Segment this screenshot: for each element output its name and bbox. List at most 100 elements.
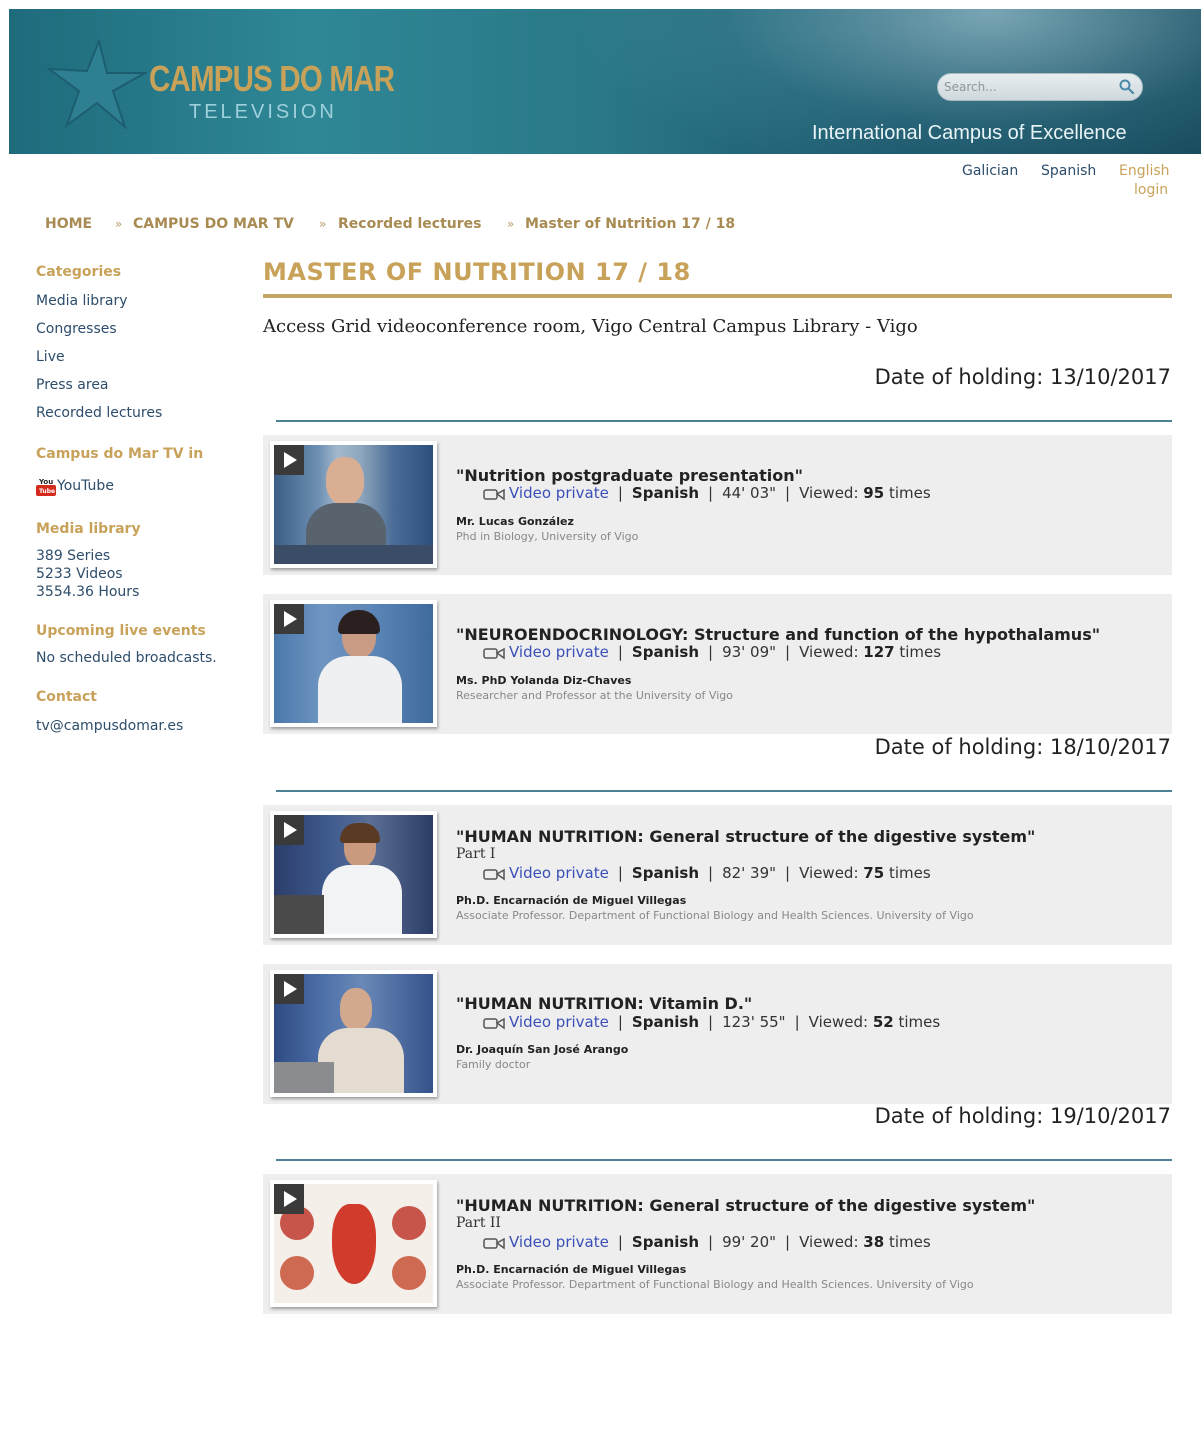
lecture-title[interactable]: "HUMAN NUTRITION: General structure of t… [456,1196,1035,1215]
sidebar-item-live[interactable]: Live [36,349,65,365]
svg-text:You: You [38,478,53,486]
sidebar-upcoming-heading: Upcoming live events [36,623,206,639]
media-stat-videos: 5233 Videos [36,566,123,582]
page-title: MASTER OF NUTRITION 17 / 18 [263,258,691,286]
lecture-meta: Video private | Spanish | 44' 03" | Viewed: 95… [483,484,931,502]
lecture-author: Dr. Joaquín San José Arango [456,1043,629,1056]
lecture-thumbnail[interactable] [270,441,437,568]
meta-separator: | [708,1233,714,1251]
video-private-link[interactable]: Video private [509,864,609,882]
date-divider [276,1159,1172,1161]
lecture-thumbnail[interactable] [270,811,437,938]
lecture-meta: Video private | Spanish | 99' 20" | Viewed: 38… [483,1233,931,1251]
meta-separator: | [617,1013,623,1031]
date-divider [276,420,1172,422]
play-icon[interactable] [274,815,304,845]
video-camera-icon [483,647,505,659]
lecture-views: 52 [872,1013,894,1031]
times-label: times [888,484,931,502]
youtube-link[interactable]: YouTube [57,478,114,494]
play-icon[interactable] [274,974,304,1004]
sidebar-item-media-library[interactable]: Media library [36,293,128,309]
sidebar-categories-heading: Categories [36,264,122,280]
search-input[interactable] [944,78,1114,96]
meta-separator: | [785,643,791,661]
meta-separator: | [708,484,714,502]
lecture-language: Spanish [631,484,699,502]
lecture-duration: 44' 03" [722,484,777,502]
sidebar-tv-in-heading: Campus do Mar TV in [36,446,204,462]
date-divider [276,790,1172,792]
date-label: Date of holding: [874,735,1044,759]
lecture-views: 38 [863,1233,885,1251]
lecture-card[interactable]: "HUMAN NUTRITION: General structure of t… [263,805,1172,945]
lecture-part: Part I [456,846,496,862]
breadcrumb-separator: » [507,217,515,231]
sidebar-item-recorded-lectures[interactable]: Recorded lectures [36,405,162,421]
play-icon[interactable] [274,604,304,634]
lecture-author-role: Associate Professor. Department of Funct… [456,909,974,922]
starfish-logo-icon[interactable] [47,39,147,129]
play-icon[interactable] [274,1184,304,1214]
meta-separator: | [617,643,623,661]
breadcrumb-campus-tv[interactable]: CAMPUS DO MAR TV [133,216,294,232]
lang-english-link[interactable]: English [1119,163,1170,179]
lecture-title[interactable]: "HUMAN NUTRITION: General structure of t… [456,827,1035,846]
lecture-title[interactable]: "NEUROENDOCRINOLOGY: Structure and funct… [456,625,1100,644]
lecture-title[interactable]: "Nutrition postgraduate presentation" [456,466,803,485]
lecture-meta: Video private | Spanish | 123' 55" | Viewed: 5… [483,1013,940,1031]
media-stat-series: 389 Series [36,548,111,564]
breadcrumb-separator: » [115,217,123,231]
date-value: 13/10/2017 [1049,365,1171,389]
youtube-icon[interactable]: You Tube [36,478,56,496]
date-value: 18/10/2017 [1049,735,1171,759]
lecture-card[interactable]: "HUMAN NUTRITION: General structure of t… [263,1174,1172,1314]
times-label: times [899,643,942,661]
lecture-card[interactable]: "NEUROENDOCRINOLOGY: Structure and funct… [263,594,1172,734]
lang-galician-link[interactable]: Galician [962,163,1018,179]
lecture-thumbnail[interactable] [270,970,437,1097]
contact-email-link[interactable]: tv@campusdomar.es [36,718,183,734]
lecture-author-role: Researcher and Professor at the Universi… [456,689,733,702]
logo-subtitle[interactable]: TELEVISION [189,102,337,122]
lecture-thumbnail[interactable] [270,600,437,727]
title-divider [263,294,1172,298]
video-private-link[interactable]: Video private [509,1233,609,1251]
svg-text:Tube: Tube [39,488,55,495]
breadcrumb-home[interactable]: HOME [45,216,92,232]
meta-separator: | [785,1233,791,1251]
search-box[interactable] [937,73,1143,101]
search-icon[interactable] [1118,78,1136,96]
date-heading: Date of holding: 19/10/2017 [875,1104,1171,1128]
video-camera-icon [483,1017,505,1029]
sidebar-item-congresses[interactable]: Congresses [36,321,117,337]
lecture-card[interactable]: "HUMAN NUTRITION: Vitamin D." Video priv… [263,964,1172,1104]
media-stat-hours: 3554.36 Hours [36,584,140,600]
video-private-link[interactable]: Video private [509,484,609,502]
play-icon[interactable] [274,445,304,475]
breadcrumb-recorded-lectures[interactable]: Recorded lectures [338,216,482,232]
meta-separator: | [785,484,791,502]
video-private-link[interactable]: Video private [509,643,609,661]
header-banner: CAMPUS DO MAR TELEVISION International C… [9,9,1201,154]
login-link[interactable]: login [1134,182,1168,198]
logo-title[interactable]: CAMPUS DO MAR [149,61,395,97]
lecture-duration: 123' 55" [722,1013,786,1031]
lecture-views: 127 [863,643,895,661]
viewed-label: Viewed: [808,1013,869,1031]
sidebar-item-press-area[interactable]: Press area [36,377,109,393]
video-private-link[interactable]: Video private [509,1013,609,1031]
lecture-author: Mr. Lucas González [456,515,574,528]
lecture-card[interactable]: "Nutrition postgraduate presentation" Vi… [263,435,1172,575]
meta-separator: | [617,864,623,882]
lang-spanish-link[interactable]: Spanish [1041,163,1096,179]
lecture-title[interactable]: "HUMAN NUTRITION: Vitamin D." [456,994,752,1013]
date-heading: Date of holding: 13/10/2017 [875,365,1171,389]
lecture-language: Spanish [631,1233,699,1251]
upcoming-events-text: No scheduled broadcasts. [36,650,217,666]
location-text: Access Grid videoconference room, Vigo C… [263,316,918,337]
sidebar-contact-heading: Contact [36,689,97,705]
lecture-thumbnail[interactable] [270,1180,437,1307]
lecture-part: Part II [456,1215,501,1231]
breadcrumb-separator: » [319,217,327,231]
